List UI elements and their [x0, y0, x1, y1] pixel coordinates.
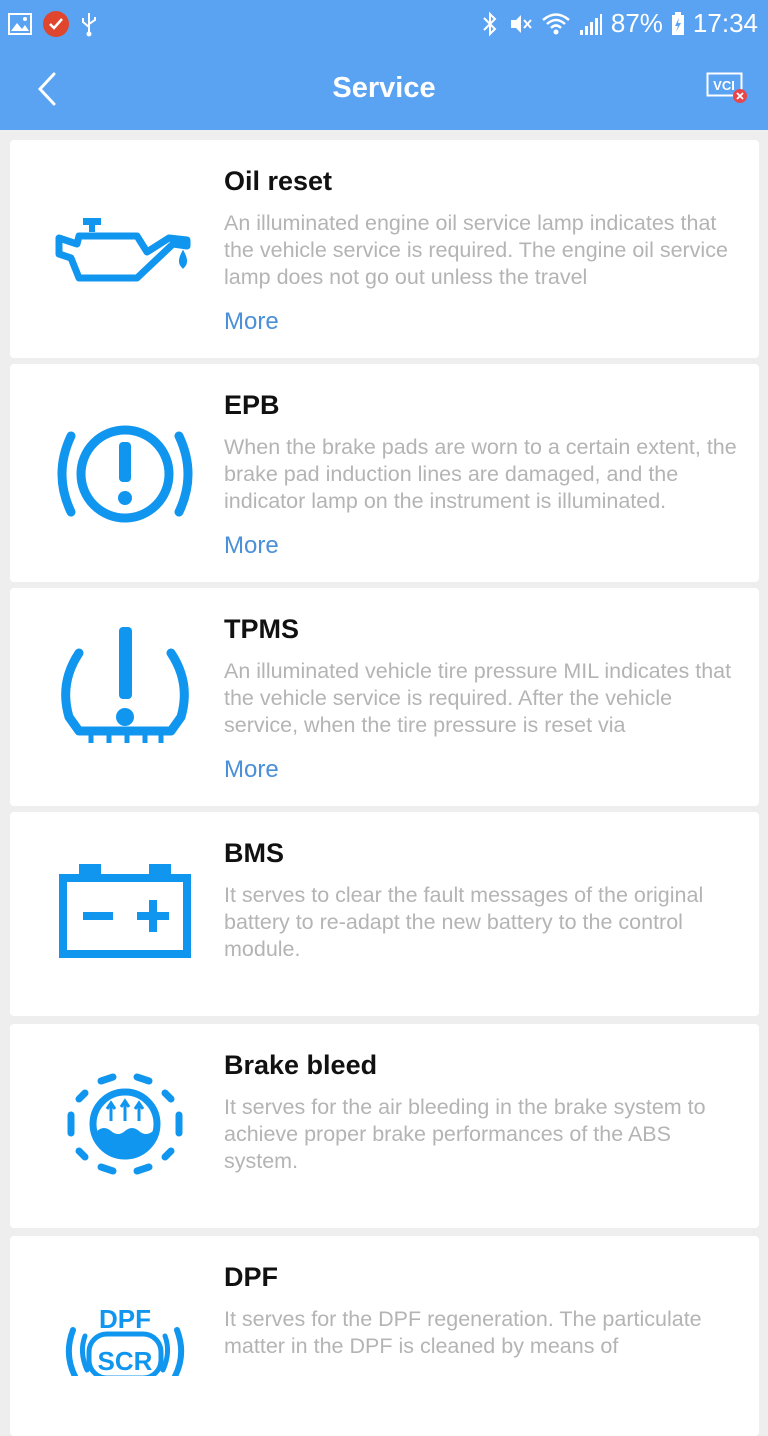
- oil-can-icon: [50, 196, 200, 316]
- battery-percent: 87%: [610, 8, 663, 38]
- more-link[interactable]: More: [224, 532, 279, 560]
- clock: 17:34: [692, 8, 758, 38]
- service-card-epb[interactable]: EPB When the brake pads are worn to a ce…: [10, 364, 759, 582]
- tire-pressure-icon: [50, 627, 200, 748]
- battery-icon: [671, 11, 684, 35]
- vci-status-button[interactable]: VCI: [706, 72, 748, 104]
- wifi-icon: [542, 12, 570, 34]
- vci-disconnected-icon: VCI: [706, 72, 747, 103]
- service-name: EPB: [224, 390, 280, 420]
- service-card-brake-bleed[interactable]: Brake bleed It serves for the air bleedi…: [10, 1024, 759, 1228]
- battery-icon: [50, 850, 200, 970]
- signal-icon: [579, 13, 602, 35]
- scr-icon-text: SCR: [98, 1346, 153, 1376]
- brake-fluid-icon: [50, 1064, 200, 1184]
- usb-icon: [82, 13, 96, 37]
- service-description: It serves to clear the fault messages of…: [224, 883, 704, 961]
- status-bar: 87% 17:34: [0, 0, 768, 48]
- service-description: An illuminated engine oil service lamp i…: [224, 211, 728, 289]
- parking-brake-icon: [50, 414, 200, 534]
- service-name: TPMS: [224, 614, 300, 644]
- vci-label: VCI: [713, 78, 735, 93]
- service-name: BMS: [224, 838, 284, 868]
- service-name: DPF: [224, 1262, 278, 1292]
- app-bar: Service VCI: [0, 48, 768, 130]
- gallery-icon: [8, 13, 32, 35]
- service-description: When the brake pads are worn to a certai…: [224, 435, 737, 513]
- service-description: It serves for the DPF regeneration. The …: [224, 1307, 702, 1358]
- page-title: Service: [332, 72, 436, 104]
- bluetooth-icon: [483, 11, 497, 36]
- service-card-tpms[interactable]: TPMS An illuminated vehicle tire pressur…: [10, 588, 759, 806]
- service-card-oil-reset[interactable]: Oil reset An illuminated engine oil serv…: [10, 140, 759, 358]
- notification-badge-icon: [43, 11, 69, 37]
- service-description: An illuminated vehicle tire pressure MIL…: [224, 659, 732, 737]
- service-name: Brake bleed: [224, 1050, 378, 1080]
- mute-icon: [510, 14, 532, 33]
- more-link[interactable]: More: [224, 308, 279, 336]
- dpf-icon: DPF SCR: [50, 1296, 200, 1376]
- service-card-dpf[interactable]: DPF SCR DPF It serves for the DPF regene…: [10, 1236, 759, 1436]
- more-link[interactable]: More: [224, 756, 279, 784]
- service-name: Oil reset: [224, 166, 333, 196]
- dpf-icon-text: DPF: [99, 1304, 151, 1334]
- service-description: It serves for the air bleeding in the br…: [224, 1095, 706, 1173]
- service-card-bms[interactable]: BMS It serves to clear the fault message…: [10, 812, 759, 1016]
